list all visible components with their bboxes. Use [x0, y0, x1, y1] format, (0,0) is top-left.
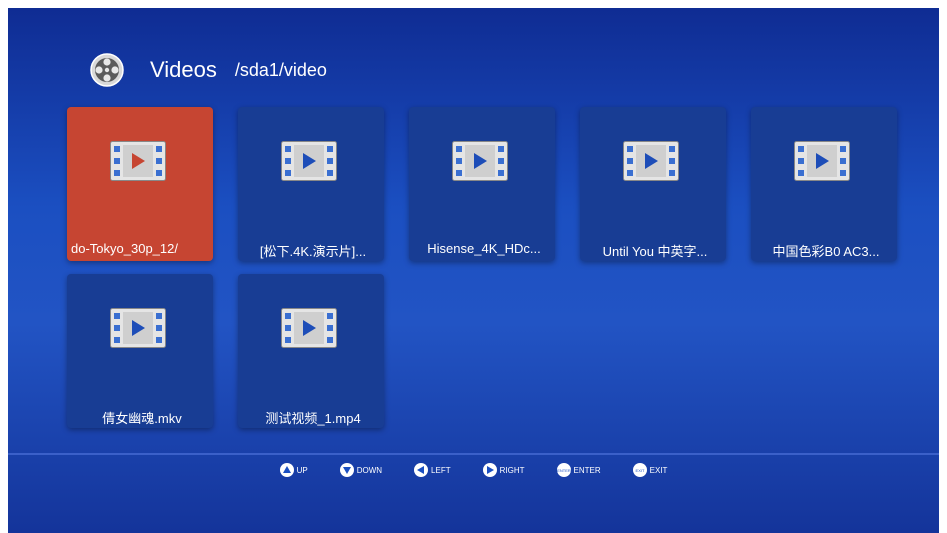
hint-label: DOWN: [356, 465, 383, 475]
hint-enter: ENTER ENTER: [556, 460, 601, 480]
exit-key-icon: EXIT: [632, 463, 647, 477]
film-reel-icon: [90, 53, 124, 87]
video-tile[interactable]: 倩女幽魂.mkv: [67, 274, 213, 428]
header: Videos /sda1/video: [90, 52, 327, 88]
hint-label: UP: [296, 465, 308, 475]
page-title: Videos: [150, 57, 217, 82]
video-file-icon: [623, 141, 679, 181]
divider: [8, 453, 939, 455]
tv-screen: Videos /sda1/video do-Tokyo_30p_12/ [松下.4…: [8, 8, 939, 533]
hint-label: EXIT: [649, 465, 668, 475]
video-tile-label: 测试视频_1.mp4: [265, 411, 361, 426]
video-tile[interactable]: Hisense_4K_HDc...: [409, 107, 555, 261]
video-tile-label: 倩女幽魂.mkv: [102, 411, 182, 426]
video-file-icon: [452, 141, 508, 181]
video-tile-label: Hisense_4K_HDc...: [427, 241, 541, 256]
hint-down: DOWN: [339, 460, 383, 480]
video-tile[interactable]: 测试视频_1.mp4: [238, 274, 384, 428]
video-file-icon: [110, 308, 166, 348]
video-file-icon: [794, 141, 850, 181]
down-arrow-icon: [339, 463, 354, 477]
up-arrow-icon: [279, 463, 294, 477]
video-tile[interactable]: do-Tokyo_30p_12/: [67, 107, 213, 261]
svg-text:EXIT: EXIT: [635, 468, 644, 473]
video-tile-label: [松下.4K.演示片]...: [259, 244, 367, 259]
breadcrumb-path: /sda1/video: [234, 59, 327, 80]
video-tile[interactable]: [松下.4K.演示片]...: [238, 107, 384, 261]
left-arrow-icon: [414, 463, 429, 477]
video-tile[interactable]: Until You 中英字...: [580, 107, 726, 261]
hint-label: RIGHT: [499, 465, 525, 475]
key-hints-bar: UP DOWN LEFT RIGHT ENTER ENTER EXIT EXIT: [8, 460, 939, 480]
video-tile-label: do-Tokyo_30p_12/: [71, 241, 178, 256]
hint-up: UP: [279, 460, 308, 480]
hint-left: LEFT: [414, 460, 451, 480]
video-file-icon: [281, 308, 337, 348]
right-arrow-icon: [482, 463, 497, 477]
svg-text:ENTER: ENTER: [557, 468, 571, 473]
enter-key-icon: ENTER: [556, 463, 571, 477]
hint-right: RIGHT: [482, 460, 525, 480]
hint-exit: EXIT EXIT: [632, 460, 668, 480]
video-tile[interactable]: 中国色彩B0 AC3...: [751, 107, 897, 261]
video-file-icon: [110, 141, 166, 181]
video-tile-label: Until You 中英字...: [602, 244, 708, 259]
video-file-icon: [281, 141, 337, 181]
video-tile-label: 中国色彩B0 AC3...: [772, 244, 880, 259]
hint-label: LEFT: [431, 465, 451, 475]
hint-label: ENTER: [573, 465, 601, 475]
